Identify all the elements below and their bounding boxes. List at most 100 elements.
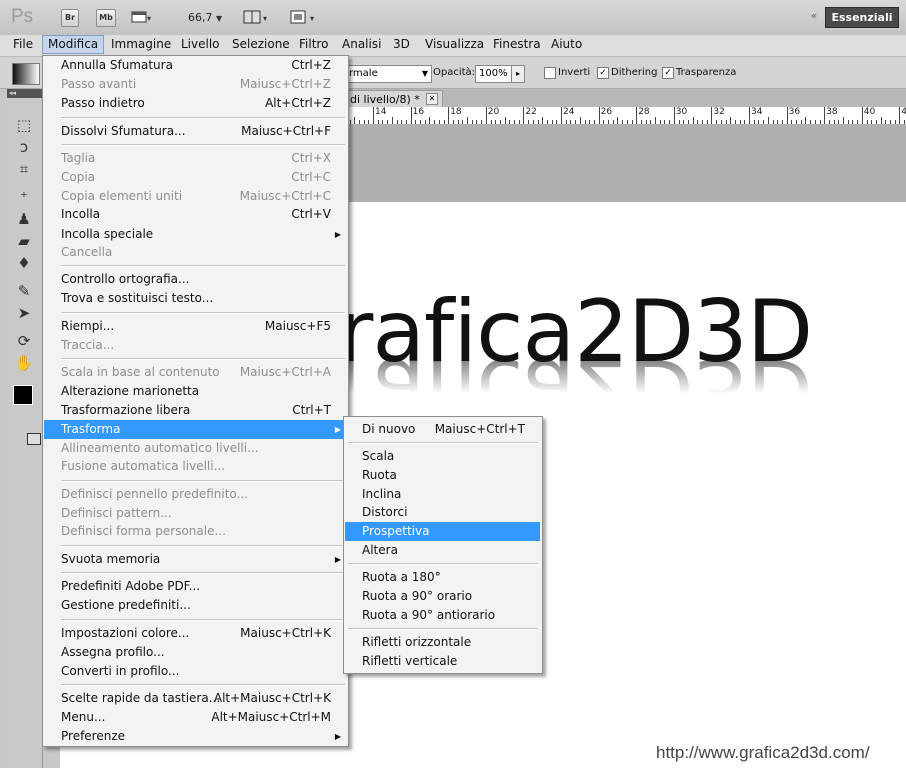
path-selection-tool-icon[interactable]: ➤ xyxy=(10,303,38,323)
transform-menu-item[interactable]: Ruota a 180° xyxy=(362,568,525,587)
menu-item-shortcut: Ctrl+C xyxy=(291,170,331,184)
edit-menu-item[interactable]: Assegna profilo... xyxy=(61,643,331,662)
menu-item-label: Assegna profilo... xyxy=(61,645,165,659)
edit-menu-item[interactable]: Scelte rapide da tastiera... Alt+Maiusc+C… xyxy=(61,689,331,708)
document-tab[interactable]: di livello/8) * ✕ xyxy=(345,90,443,108)
edit-menu-item[interactable]: Alterazione marionetta xyxy=(61,382,331,401)
menu-analisi[interactable]: Analisi xyxy=(337,35,386,54)
edit-menu-item[interactable]: Converti in profilo... xyxy=(61,662,331,681)
marquee-tool-icon[interactable]: ⬚ xyxy=(10,115,38,135)
menu-item-label: Svuota memoria xyxy=(61,552,161,566)
collapse-icon[interactable]: « xyxy=(808,10,820,22)
menu-modifica[interactable]: Modifica xyxy=(42,35,105,54)
crop-tool-icon[interactable]: ⌗ xyxy=(10,159,38,179)
ruler-tick xyxy=(636,107,638,124)
edit-menu-item[interactable]: Controllo ortografia... xyxy=(61,270,331,289)
menu-livello[interactable]: Livello xyxy=(176,35,225,54)
transform-menu-item[interactable]: Di nuovo Maiusc+Ctrl+T xyxy=(362,420,525,439)
edit-menu-item[interactable]: Trasformazione libera Ctrl+T xyxy=(61,401,331,420)
submenu-arrow-icon: ▶ xyxy=(334,425,341,434)
edit-menu-item[interactable]: Preferenze ▶ xyxy=(61,727,341,746)
gradient-preview[interactable] xyxy=(12,63,40,85)
ruler-tick xyxy=(805,117,807,124)
transform-menu-item[interactable]: Inclina xyxy=(362,485,525,504)
edit-menu-item[interactable]: Incolla speciale ▶ xyxy=(61,225,341,244)
svg-text:▾: ▾ xyxy=(147,14,151,23)
ruler-tick xyxy=(598,107,600,124)
menu-separator xyxy=(61,117,345,119)
eraser-tool-icon[interactable]: ▰ xyxy=(10,231,38,251)
ruler-tick xyxy=(617,117,619,124)
opacity-label: Opacità: xyxy=(433,67,476,78)
edit-menu-item[interactable]: Incolla Ctrl+V xyxy=(61,205,331,224)
edit-menu-item: Fusione automatica livelli... xyxy=(61,457,331,476)
edit-menu-item[interactable]: Trasforma ▶ xyxy=(61,420,341,439)
opacity-input[interactable]: 100% xyxy=(475,65,514,83)
menu-selezione[interactable]: Selezione xyxy=(227,35,295,54)
ruler-tick xyxy=(561,107,562,124)
menu-item-shortcut: Maiusc+Ctrl+T xyxy=(434,422,525,436)
ruler-number: 42 xyxy=(901,107,906,117)
transform-menu-item[interactable]: Ruota a 90° orario xyxy=(362,587,525,606)
menu-finestra[interactable]: Finestra xyxy=(488,35,546,54)
tools-panel-header[interactable]: ◂◂ xyxy=(7,89,42,98)
close-tab-icon[interactable]: ✕ xyxy=(426,93,438,105)
transform-menu-item[interactable]: Ruota xyxy=(362,466,525,485)
menu-item-label: Trova e sostituisci testo... xyxy=(61,291,214,305)
menu-3d[interactable]: 3D xyxy=(388,35,415,54)
hand-tool-icon[interactable]: ✋ xyxy=(10,353,38,373)
arrange-documents-button[interactable]: ▾ xyxy=(242,9,272,25)
transform-menu-item[interactable]: Altera xyxy=(362,541,525,560)
menu-item-label: Fusione automatica livelli... xyxy=(61,459,226,473)
blur-tool-icon[interactable]: ♦ xyxy=(10,253,38,273)
inverti-checkbox[interactable] xyxy=(544,67,556,79)
mini-bridge-button[interactable]: Mb xyxy=(96,9,116,27)
menu-visualizza[interactable]: Visualizza xyxy=(420,35,489,54)
edit-menu-item[interactable]: Svuota memoria ▶ xyxy=(61,550,341,569)
blend-mode-select[interactable]: rmale ▼ xyxy=(345,65,432,83)
edit-menu-item[interactable]: Predefiniti Adobe PDF... xyxy=(61,577,331,596)
edit-menu-item[interactable]: Menu... Alt+Maiusc+Ctrl+M xyxy=(61,708,331,727)
menu-file[interactable]: File xyxy=(8,35,38,54)
edit-menu-item[interactable]: Gestione predefiniti... xyxy=(61,596,331,615)
pen-tool-icon[interactable]: ✎ xyxy=(10,281,38,301)
lasso-tool-icon[interactable]: ↄ xyxy=(10,137,38,157)
foreground-color-swatch[interactable] xyxy=(13,385,33,405)
trasparenza-label: Trasparenza xyxy=(676,67,737,78)
menu-item-label: Traccia... xyxy=(61,338,115,352)
ruler-tick xyxy=(429,117,431,124)
edit-menu-item[interactable]: Annulla Sfumatura Ctrl+Z xyxy=(61,56,331,75)
edit-menu-item[interactable]: Passo indietro Alt+Ctrl+Z xyxy=(61,94,331,113)
screen-mode-button[interactable]: ▾ xyxy=(288,9,322,25)
guides-view-button[interactable]: ▾ xyxy=(130,9,152,25)
edit-menu-item: Passo avanti Maiusc+Ctrl+Z xyxy=(61,75,331,94)
edit-menu-item[interactable]: Riempi... Maiusc+F5 xyxy=(61,317,331,336)
quick-mask-icon[interactable] xyxy=(27,433,41,445)
transform-menu-item[interactable]: Rifletti verticale xyxy=(362,652,525,671)
transform-menu-item[interactable]: Prospettiva xyxy=(362,522,525,541)
edit-menu-item[interactable]: Dissolvi Sfumatura... Maiusc+Ctrl+F xyxy=(61,122,331,141)
opacity-slider-button[interactable]: ▸ xyxy=(511,65,525,83)
dithering-checkbox[interactable]: ✓ xyxy=(597,67,609,79)
edit-menu-item: Definisci forma personale... xyxy=(61,522,331,541)
menu-filtro[interactable]: Filtro xyxy=(294,35,333,54)
transform-menu-item[interactable]: Ruota a 90° antiorario xyxy=(362,606,525,625)
transform-menu-item[interactable]: Distorci xyxy=(362,503,525,522)
workspace-switcher[interactable]: Essenziali xyxy=(825,7,899,28)
eyedropper-tool-icon[interactable]: ⁺ xyxy=(10,187,38,207)
ruler-tick xyxy=(504,117,506,124)
menu-immagine[interactable]: Immagine xyxy=(106,35,176,54)
arrange-icon: ▾ xyxy=(243,10,267,24)
3d-rotate-tool-icon[interactable]: ⟳ xyxy=(10,331,38,351)
menu-aiuto[interactable]: Aiuto xyxy=(546,35,587,54)
edit-menu-item: Cancella xyxy=(61,243,331,262)
menu-item-label: Incolla speciale xyxy=(61,227,154,241)
edit-menu-item[interactable]: Trova e sostituisci testo... xyxy=(61,289,331,308)
edit-menu-item[interactable]: Impostazioni colore... Maiusc+Ctrl+K xyxy=(61,624,331,643)
stamp-tool-icon[interactable]: ♟ xyxy=(10,209,38,229)
transform-menu-item[interactable]: Rifletti orizzontale xyxy=(362,633,525,652)
bridge-button[interactable]: Br xyxy=(61,9,79,27)
transform-menu-item[interactable]: Scala xyxy=(362,447,525,466)
zoom-level[interactable]: 66,7 ▼ xyxy=(188,11,222,24)
trasparenza-checkbox[interactable]: ✓ xyxy=(662,67,674,79)
